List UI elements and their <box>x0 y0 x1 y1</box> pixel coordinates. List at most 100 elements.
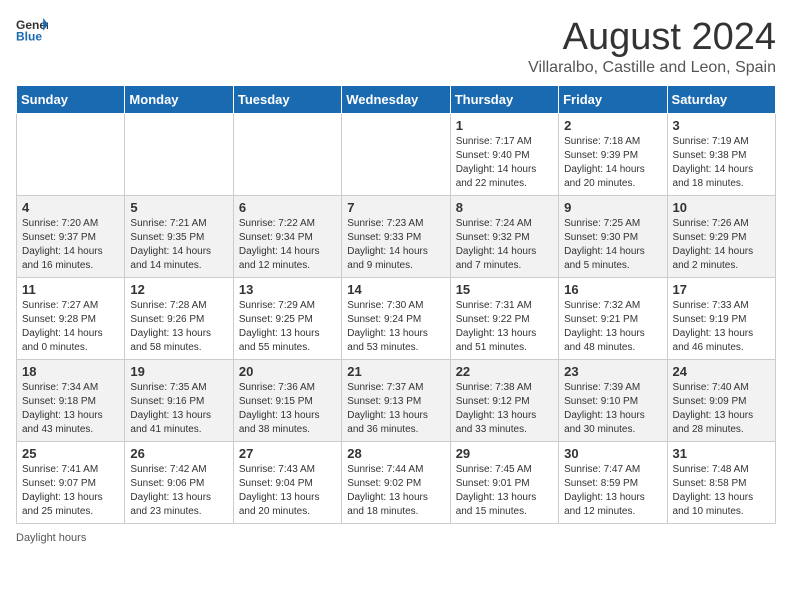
day-number: 10 <box>673 200 770 215</box>
day-info: Sunrise: 7:34 AM Sunset: 9:18 PM Dayligh… <box>22 381 119 437</box>
day-info: Sunrise: 7:20 AM Sunset: 9:37 PM Dayligh… <box>22 217 119 273</box>
day-info: Sunrise: 7:45 AM Sunset: 9:01 PM Dayligh… <box>456 463 553 519</box>
day-number: 30 <box>564 446 661 461</box>
day-number: 21 <box>347 364 444 379</box>
day-number: 26 <box>130 446 227 461</box>
day-number: 3 <box>673 118 770 133</box>
day-info: Sunrise: 7:18 AM Sunset: 9:39 PM Dayligh… <box>564 135 661 191</box>
day-number: 31 <box>673 446 770 461</box>
calendar-cell: 19Sunrise: 7:35 AM Sunset: 9:16 PM Dayli… <box>125 360 233 442</box>
calendar-header: SundayMondayTuesdayWednesdayThursdayFrid… <box>17 86 776 114</box>
calendar-cell: 4 Sunrise: 7:20 AM Sunset: 9:37 PM Daylig… <box>17 196 125 278</box>
day-number: 18 <box>22 364 119 379</box>
calendar-cell: 16 Sunrise: 7:32 AM Sunset: 9:21 PM Dayli… <box>559 278 667 360</box>
day-number: 27 <box>239 446 336 461</box>
calendar-cell: 7 Sunrise: 7:23 AM Sunset: 9:33 PM Daylig… <box>342 196 450 278</box>
day-number: 14 <box>347 282 444 297</box>
calendar-cell <box>233 114 341 196</box>
calendar-cell: 25Sunrise: 7:41 AM Sunset: 9:07 PM Dayli… <box>17 442 125 524</box>
day-number: 13 <box>239 282 336 297</box>
column-header-saturday: Saturday <box>667 86 775 114</box>
day-number: 7 <box>347 200 444 215</box>
day-number: 15 <box>456 282 553 297</box>
footer: Daylight hours <box>16 532 776 544</box>
calendar-cell <box>17 114 125 196</box>
column-header-sunday: Sunday <box>17 86 125 114</box>
day-info: Sunrise: 7:40 AM Sunset: 9:09 PM Dayligh… <box>673 381 770 437</box>
calendar-table: SundayMondayTuesdayWednesdayThursdayFrid… <box>16 85 776 524</box>
day-info: Sunrise: 7:26 AM Sunset: 9:29 PM Dayligh… <box>673 217 770 273</box>
calendar-cell: 13 Sunrise: 7:29 AM Sunset: 9:25 PM Dayli… <box>233 278 341 360</box>
day-info: Sunrise: 7:37 AM Sunset: 9:13 PM Dayligh… <box>347 381 444 437</box>
day-info: Sunrise: 7:28 AM Sunset: 9:26 PM Dayligh… <box>130 299 227 355</box>
title-block: August 2024 Villaralbo, Castille and Leo… <box>528 16 776 77</box>
day-info: Sunrise: 7:43 AM Sunset: 9:04 PM Dayligh… <box>239 463 336 519</box>
day-number: 6 <box>239 200 336 215</box>
day-number: 8 <box>456 200 553 215</box>
day-info: Sunrise: 7:31 AM Sunset: 9:22 PM Dayligh… <box>456 299 553 355</box>
calendar-cell: 29 Sunrise: 7:45 AM Sunset: 9:01 PM Dayli… <box>450 442 558 524</box>
week-row-3: 11Sunrise: 7:27 AM Sunset: 9:28 PM Dayli… <box>17 278 776 360</box>
calendar-cell: 12 Sunrise: 7:28 AM Sunset: 9:26 PM Dayli… <box>125 278 233 360</box>
month-title: August 2024 <box>528 16 776 59</box>
day-info: Sunrise: 7:24 AM Sunset: 9:32 PM Dayligh… <box>456 217 553 273</box>
daylight-label: Daylight hours <box>16 532 86 544</box>
day-number: 11 <box>22 282 119 297</box>
week-row-1: 1 Sunrise: 7:17 AM Sunset: 9:40 PM Daylig… <box>17 114 776 196</box>
column-header-friday: Friday <box>559 86 667 114</box>
day-info: Sunrise: 7:36 AM Sunset: 9:15 PM Dayligh… <box>239 381 336 437</box>
calendar-cell <box>125 114 233 196</box>
day-number: 4 <box>22 200 119 215</box>
day-info: Sunrise: 7:44 AM Sunset: 9:02 PM Dayligh… <box>347 463 444 519</box>
week-row-2: 4 Sunrise: 7:20 AM Sunset: 9:37 PM Daylig… <box>17 196 776 278</box>
svg-text:Blue: Blue <box>16 29 42 43</box>
calendar-cell: 24Sunrise: 7:40 AM Sunset: 9:09 PM Dayli… <box>667 360 775 442</box>
column-header-monday: Monday <box>125 86 233 114</box>
day-number: 1 <box>456 118 553 133</box>
logo: General Blue <box>16 16 48 44</box>
calendar-cell <box>342 114 450 196</box>
day-info: Sunrise: 7:39 AM Sunset: 9:10 PM Dayligh… <box>564 381 661 437</box>
calendar-cell: 1 Sunrise: 7:17 AM Sunset: 9:40 PM Daylig… <box>450 114 558 196</box>
day-info: Sunrise: 7:25 AM Sunset: 9:30 PM Dayligh… <box>564 217 661 273</box>
location-title: Villaralbo, Castille and Leon, Spain <box>528 59 776 77</box>
calendar-cell: 27 Sunrise: 7:43 AM Sunset: 9:04 PM Dayli… <box>233 442 341 524</box>
page-header: General Blue August 2024 Villaralbo, Cas… <box>16 16 776 77</box>
day-number: 25 <box>22 446 119 461</box>
day-info: Sunrise: 7:29 AM Sunset: 9:25 PM Dayligh… <box>239 299 336 355</box>
column-header-tuesday: Tuesday <box>233 86 341 114</box>
calendar-cell: 6 Sunrise: 7:22 AM Sunset: 9:34 PM Daylig… <box>233 196 341 278</box>
day-number: 23 <box>564 364 661 379</box>
day-number: 17 <box>673 282 770 297</box>
calendar-cell: 18 Sunrise: 7:34 AM Sunset: 9:18 PM Dayli… <box>17 360 125 442</box>
calendar-cell: 17 Sunrise: 7:33 AM Sunset: 9:19 PM Dayli… <box>667 278 775 360</box>
day-number: 9 <box>564 200 661 215</box>
calendar-cell: 8 Sunrise: 7:24 AM Sunset: 9:32 PM Daylig… <box>450 196 558 278</box>
column-header-wednesday: Wednesday <box>342 86 450 114</box>
calendar-cell: 9 Sunrise: 7:25 AM Sunset: 9:30 PM Daylig… <box>559 196 667 278</box>
calendar-cell: 10 Sunrise: 7:26 AM Sunset: 9:29 PM Dayli… <box>667 196 775 278</box>
day-number: 12 <box>130 282 227 297</box>
calendar-cell: 23 Sunrise: 7:39 AM Sunset: 9:10 PM Dayli… <box>559 360 667 442</box>
week-row-5: 25Sunrise: 7:41 AM Sunset: 9:07 PM Dayli… <box>17 442 776 524</box>
calendar-cell: 30Sunrise: 7:47 AM Sunset: 8:59 PM Dayli… <box>559 442 667 524</box>
day-number: 22 <box>456 364 553 379</box>
calendar-cell: 21 Sunrise: 7:37 AM Sunset: 9:13 PM Dayli… <box>342 360 450 442</box>
calendar-cell: 31 Sunrise: 7:48 AM Sunset: 8:58 PM Dayli… <box>667 442 775 524</box>
day-info: Sunrise: 7:33 AM Sunset: 9:19 PM Dayligh… <box>673 299 770 355</box>
day-number: 29 <box>456 446 553 461</box>
day-info: Sunrise: 7:48 AM Sunset: 8:58 PM Dayligh… <box>673 463 770 519</box>
day-info: Sunrise: 7:32 AM Sunset: 9:21 PM Dayligh… <box>564 299 661 355</box>
day-info: Sunrise: 7:19 AM Sunset: 9:38 PM Dayligh… <box>673 135 770 191</box>
calendar-cell: 11Sunrise: 7:27 AM Sunset: 9:28 PM Dayli… <box>17 278 125 360</box>
calendar-cell: 20 Sunrise: 7:36 AM Sunset: 9:15 PM Dayli… <box>233 360 341 442</box>
day-number: 20 <box>239 364 336 379</box>
column-header-thursday: Thursday <box>450 86 558 114</box>
day-number: 16 <box>564 282 661 297</box>
day-number: 19 <box>130 364 227 379</box>
day-info: Sunrise: 7:23 AM Sunset: 9:33 PM Dayligh… <box>347 217 444 273</box>
day-number: 2 <box>564 118 661 133</box>
day-info: Sunrise: 7:22 AM Sunset: 9:34 PM Dayligh… <box>239 217 336 273</box>
day-info: Sunrise: 7:21 AM Sunset: 9:35 PM Dayligh… <box>130 217 227 273</box>
day-info: Sunrise: 7:17 AM Sunset: 9:40 PM Dayligh… <box>456 135 553 191</box>
